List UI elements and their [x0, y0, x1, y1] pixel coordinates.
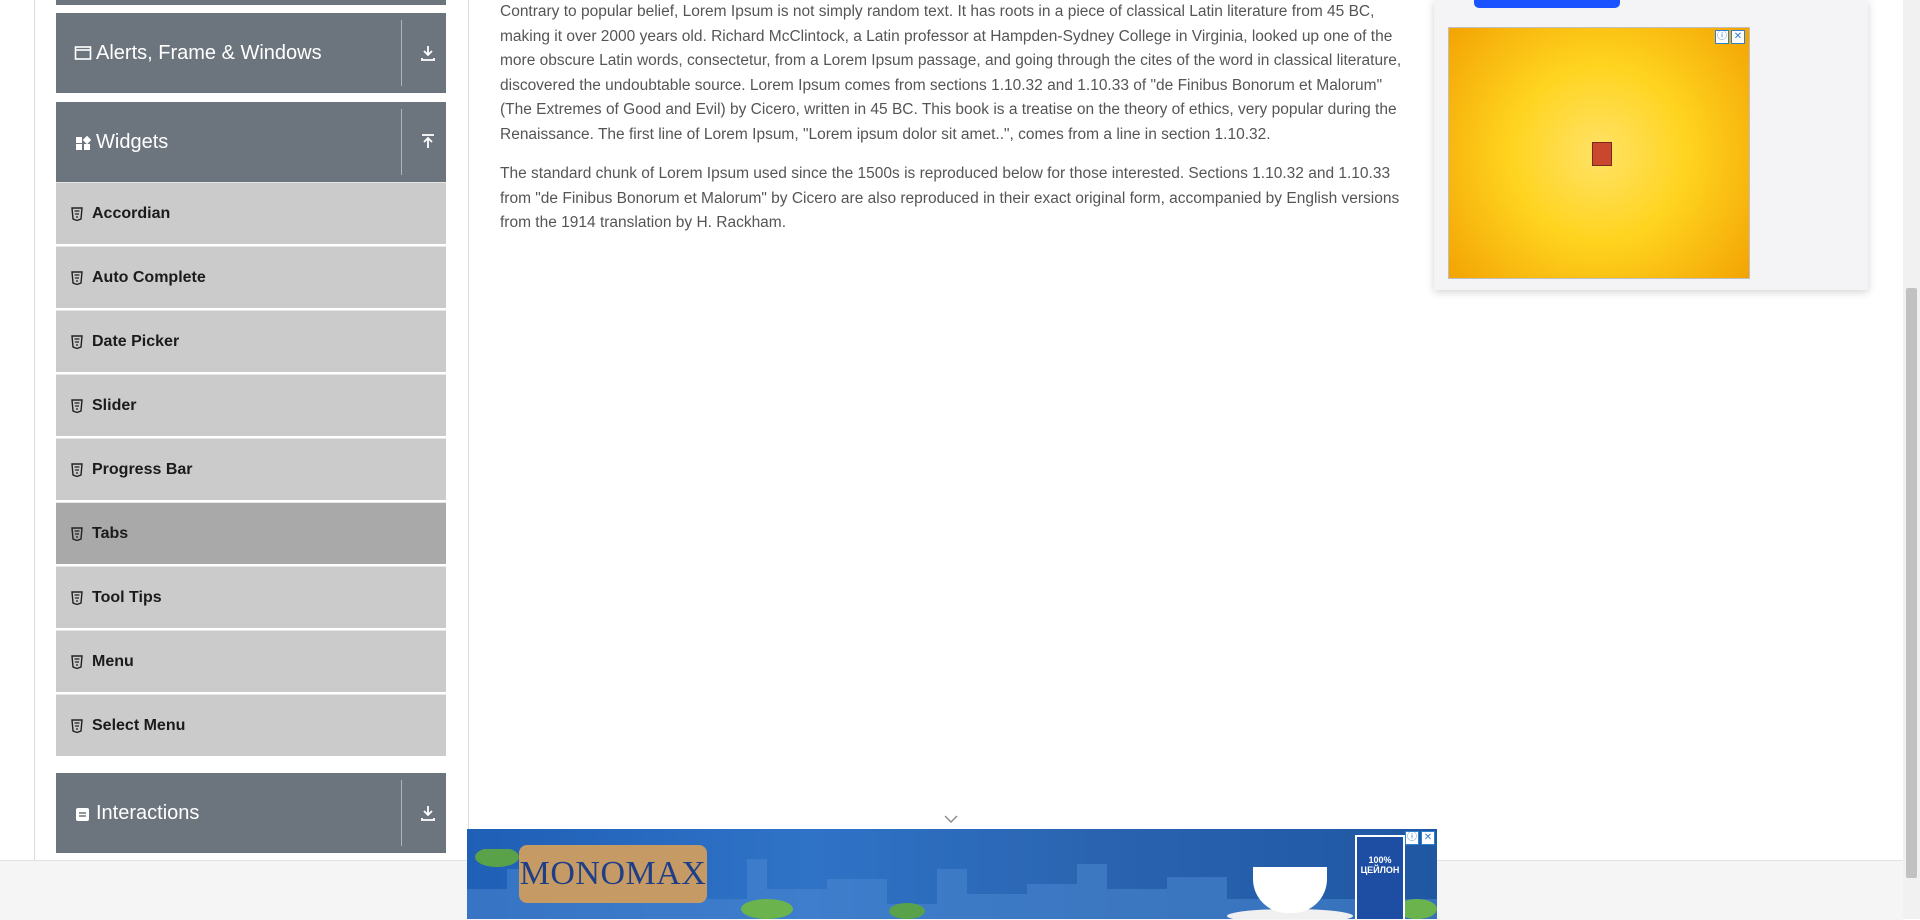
sidebar-item-date-picker[interactable]: Date Picker — [56, 310, 446, 372]
html5-icon — [71, 270, 83, 285]
sidebar-item-label: Tabs — [92, 524, 129, 542]
ad-banner[interactable]: ⓘ ✕ — [1448, 27, 1750, 279]
left-frame-line — [34, 0, 35, 860]
group-label: Interactions — [96, 801, 200, 824]
sidebar-item-progress-bar[interactable]: Progress Bar — [56, 438, 446, 500]
html5-icon — [71, 718, 83, 733]
content-paragraph: The standard chunk of Lorem Ipsum used s… — [500, 165, 1400, 231]
sidebar-ad-panel: ⓘ ✕ — [1434, 0, 1868, 290]
html5-icon — [71, 206, 83, 221]
interactions-icon — [76, 808, 89, 821]
html5-icon — [71, 334, 83, 349]
html5-icon — [71, 398, 83, 413]
group-separator — [401, 20, 402, 86]
sidebar-item-select-menu[interactable]: Select Menu — [56, 694, 446, 756]
sidebar-item-tool-tips[interactable]: Tool Tips — [56, 566, 446, 628]
html5-icon — [71, 462, 83, 477]
html5-icon — [71, 526, 83, 541]
scrollbar-thumb[interactable] — [1906, 288, 1917, 878]
sidebar-item-slider[interactable]: Slider — [56, 374, 446, 436]
sidebar-item-label: Progress Bar — [92, 460, 193, 478]
sidebar-item-auto-complete[interactable]: Auto Complete — [56, 246, 446, 308]
close-icon[interactable]: ✕ — [1731, 30, 1745, 44]
grid-icon — [76, 135, 92, 150]
group-widgets[interactable]: Widgets — [56, 102, 446, 182]
content-paragraph: Contrary to popular belief, Lorem Ipsum … — [500, 3, 1402, 143]
upload-icon[interactable] — [418, 132, 438, 152]
group-interactions[interactable]: Interactions — [56, 773, 446, 853]
bottom-ad-banner[interactable]: MONOMAX 100% ЦЕЙЛОН ⓘ ✕ — [467, 829, 1437, 919]
group-label: Alerts, Frame & Windows — [96, 41, 322, 64]
brand-logo: MONOMAX — [519, 845, 707, 903]
sidebar-divider-line — [468, 0, 469, 860]
close-icon[interactable]: ✕ — [1421, 831, 1435, 845]
info-icon[interactable]: ⓘ — [1715, 30, 1729, 44]
sidebar-item-label: Accordian — [92, 204, 171, 222]
ad-button[interactable] — [1474, 0, 1620, 8]
sidebar-item-label: Select Menu — [92, 716, 186, 734]
sidebar-item-accordian[interactable]: Accordian — [56, 182, 446, 244]
sidebar-item-label: Auto Complete — [92, 268, 206, 286]
html5-icon — [71, 654, 83, 669]
ad-controls: ⓘ ✕ — [1405, 831, 1435, 845]
tab-content: Contrary to popular belief, Lorem Ipsum … — [500, 0, 1405, 236]
sidebar-item-menu[interactable]: Menu — [56, 630, 446, 692]
window-icon — [74, 46, 92, 60]
product-box-text: 100% ЦЕЙЛОН — [1360, 855, 1400, 875]
sidebar-item-label: Slider — [92, 396, 137, 414]
group-label: Widgets — [96, 130, 169, 153]
ad-controls: ⓘ ✕ — [1715, 30, 1745, 44]
group-separator — [401, 109, 402, 175]
sidebar-item-label: Menu — [92, 652, 134, 670]
product-box: 100% ЦЕЙЛОН — [1355, 835, 1405, 919]
info-icon[interactable]: ⓘ — [1405, 831, 1419, 845]
sidebar-item-label: Tool Tips — [92, 588, 162, 606]
group-alerts-frame-windows[interactable]: Alerts, Frame & Windows — [56, 13, 446, 93]
chevron-down-icon[interactable] — [944, 814, 958, 824]
sidebar-item-tabs[interactable]: Tabs — [56, 502, 446, 564]
download-icon[interactable] — [418, 803, 438, 823]
group-separator — [401, 780, 402, 846]
previous-group-footer — [56, 0, 446, 5]
ad-image — [1592, 142, 1612, 166]
sidebar-item-label: Date Picker — [92, 332, 180, 350]
download-icon[interactable] — [418, 43, 438, 63]
html5-icon — [71, 590, 83, 605]
